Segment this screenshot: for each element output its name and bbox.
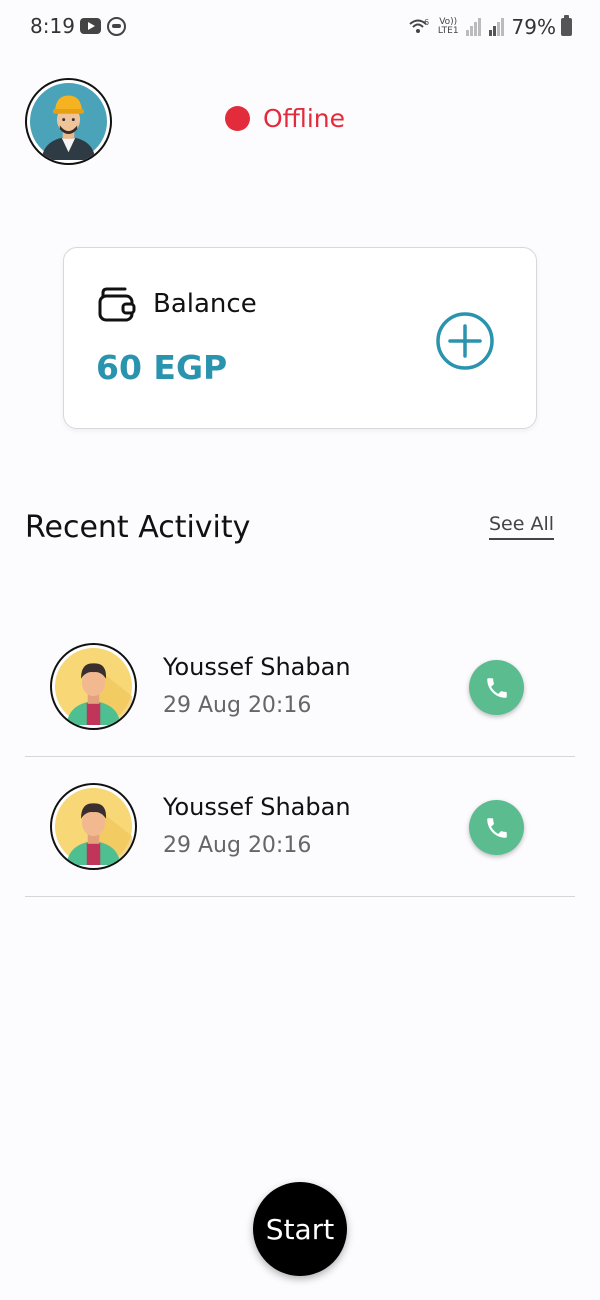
balance-amount: 60 EGP <box>96 348 228 387</box>
contact-avatar <box>50 783 137 870</box>
status-bar: 8:19 6 Vo)) LTE1 79% <box>0 0 600 56</box>
wallet-icon <box>98 287 136 322</box>
signal-icon <box>465 18 481 36</box>
phone-icon <box>486 677 507 698</box>
online-status[interactable]: Offline <box>225 104 345 133</box>
user-avatar-icon <box>55 648 132 725</box>
app-notification-icon <box>107 17 126 36</box>
add-balance-button[interactable] <box>435 311 495 371</box>
balance-card: Balance 60 EGP <box>63 247 537 429</box>
list-item[interactable]: Youssef Shaban 29 Aug 20:16 <box>25 617 575 757</box>
start-button[interactable]: Start <box>253 1182 347 1276</box>
see-all-link[interactable]: See All <box>489 513 555 540</box>
plus-circle-icon <box>436 312 494 370</box>
signal-icon <box>488 18 504 36</box>
status-label: Offline <box>263 104 346 133</box>
balance-label: Balance <box>153 289 257 319</box>
status-indicators: 6 Vo)) LTE1 79% <box>409 12 572 42</box>
profile-avatar[interactable] <box>25 78 112 165</box>
contact-name: Youssef Shaban <box>163 653 351 681</box>
call-button[interactable] <box>469 800 524 855</box>
contact-avatar <box>50 643 137 730</box>
status-dot <box>225 106 250 131</box>
activity-time: 29 Aug 20:16 <box>163 833 312 858</box>
recent-activity-title: Recent Activity <box>25 510 251 545</box>
worker-avatar-icon <box>30 83 107 160</box>
wifi-icon: 6 <box>409 18 429 33</box>
activity-list: Youssef Shaban 29 Aug 20:16 Youssef Shab… <box>25 617 575 897</box>
call-button[interactable] <box>469 660 524 715</box>
wifi-label: 6 <box>424 18 429 27</box>
list-item[interactable]: Youssef Shaban 29 Aug 20:16 <box>25 757 575 897</box>
network-lte: LTE1 <box>437 26 459 36</box>
status-time: 8:19 <box>30 14 75 38</box>
contact-name: Youssef Shaban <box>163 793 351 821</box>
battery-level: 79% <box>511 15 556 39</box>
user-avatar-icon <box>55 788 132 865</box>
phone-icon <box>486 817 507 838</box>
youtube-icon <box>80 18 101 34</box>
battery-icon <box>561 15 572 36</box>
activity-time: 29 Aug 20:16 <box>163 693 312 718</box>
network-type: Vo)) LTE1 <box>438 18 459 36</box>
